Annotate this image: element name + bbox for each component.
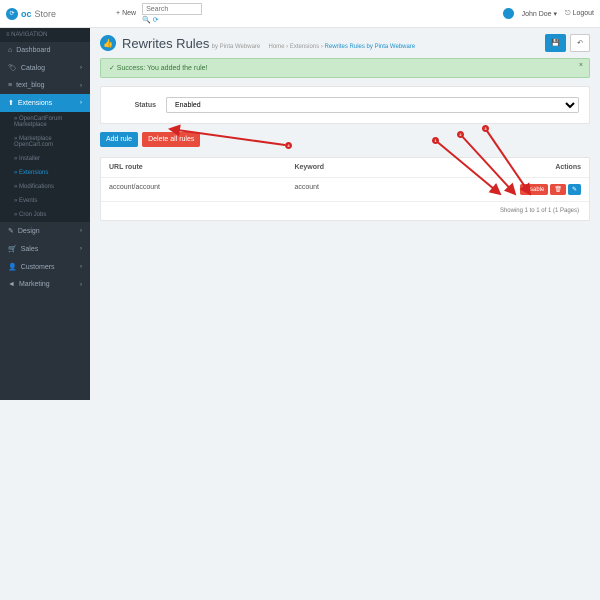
disable-button[interactable]: Disable xyxy=(520,184,548,195)
sidebar-item-catalog[interactable]: 🏷Catalog› xyxy=(0,59,90,77)
annotation-1: 1 xyxy=(432,137,439,144)
nav-header: ≡ NAVIGATION xyxy=(0,28,90,42)
edit-button[interactable]: ✎ xyxy=(568,184,581,195)
page-title: Rewrites Rules xyxy=(122,36,209,51)
table-header: URL route Keyword Actions xyxy=(101,158,589,178)
rules-table: URL route Keyword Actions account/accoun… xyxy=(101,158,589,202)
sidebar-item-extensions[interactable]: ⬆Extensions› xyxy=(0,94,90,112)
keyword-cell: account xyxy=(286,178,423,201)
status-label: Status xyxy=(111,102,166,109)
annotation-2: 2 xyxy=(457,131,464,138)
logo-text: oc xyxy=(21,9,32,19)
status-select[interactable]: Enabled xyxy=(166,97,579,113)
breadcrumb[interactable]: Home › Extensions › Rewrites Rules by Pi… xyxy=(268,44,415,50)
back-button[interactable]: ↶ xyxy=(570,34,590,52)
sidebar-subitem[interactable]: » Extensions xyxy=(0,166,90,180)
page-subtitle: by Pinta Webware xyxy=(212,44,261,50)
sidebar-subitem[interactable]: » Marketplace OpenCart.com xyxy=(0,132,90,152)
save-button[interactable]: 💾 xyxy=(545,34,566,52)
sidebar-subitem[interactable]: » Modifications xyxy=(0,180,90,194)
sidebar-subitem[interactable]: » Installer xyxy=(0,152,90,166)
annotation-3: 3 xyxy=(482,125,489,132)
page-header: 👍 Rewrites Rules by Pinta Webware Home ›… xyxy=(100,34,590,52)
main-content: 👍 Rewrites Rules by Pinta Webware Home ›… xyxy=(90,0,600,400)
logo[interactable]: ⟳ ocStore xyxy=(6,8,56,20)
sidebar-item-dashboard[interactable]: ⌂Dashboard xyxy=(0,42,90,59)
delete-button[interactable]: 🗑 xyxy=(550,184,566,195)
sidebar-item-marketing[interactable]: ◄Marketing› xyxy=(0,276,90,293)
sidebar-item-design[interactable]: ✎Design› xyxy=(0,222,90,240)
route-cell: account/account xyxy=(101,178,286,201)
table-row: account/account account Disable 🗑 ✎ xyxy=(101,178,589,202)
annotation-4: 4 xyxy=(285,142,292,149)
close-icon[interactable]: × xyxy=(579,62,583,69)
delete-all-button[interactable]: Delete all rules xyxy=(142,132,200,147)
sidebar-item-text_blog[interactable]: ≡text_blog› xyxy=(0,77,90,94)
status-panel: Status Enabled xyxy=(100,86,590,124)
sidebar-subitem[interactable]: » Cron Jobs xyxy=(0,208,90,222)
sidebar: ≡ NAVIGATION ⌂Dashboard🏷Catalog›≡text_bl… xyxy=(0,0,90,400)
rules-table-panel: URL route Keyword Actions account/accoun… xyxy=(100,157,590,221)
pagination-info: Showing 1 to 1 of 1 (1 Pages) xyxy=(101,202,589,220)
success-alert: ✓ Success: You added the rule! × xyxy=(100,58,590,78)
sidebar-item-customers[interactable]: 👤Customers› xyxy=(0,258,90,276)
sidebar-item-sales[interactable]: 🛒Sales› xyxy=(0,240,90,258)
logo-icon: ⟳ xyxy=(6,8,18,20)
sidebar-subitem[interactable]: » OpenCartForum Marketplace xyxy=(0,112,90,132)
page-icon: 👍 xyxy=(100,35,116,51)
sidebar-subitem[interactable]: » Events xyxy=(0,194,90,208)
add-rule-button[interactable]: Add rule xyxy=(100,132,138,147)
